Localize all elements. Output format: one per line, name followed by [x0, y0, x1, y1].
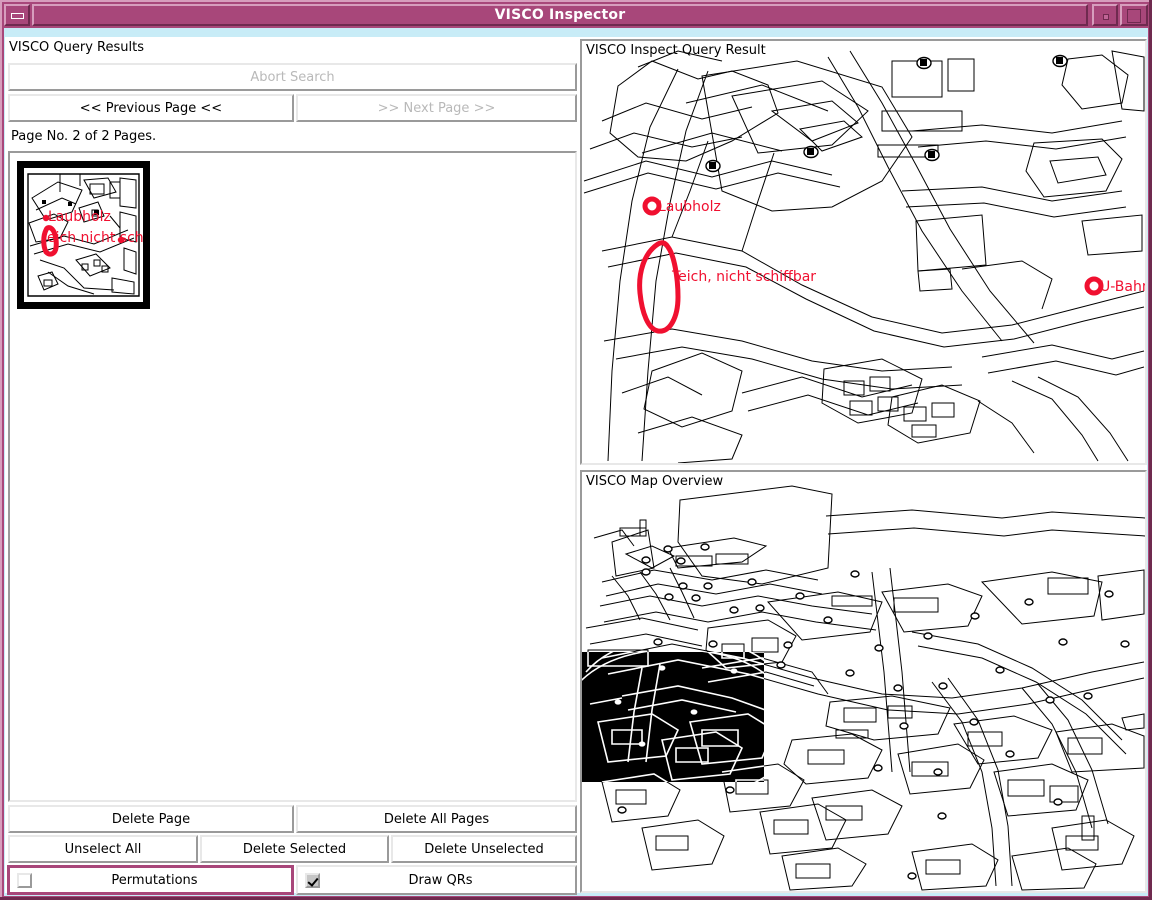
results-thumbnail-list[interactable]: Laubholz eich nicht schi	[8, 151, 577, 802]
result-thumbnail-item[interactable]: Laubholz eich nicht schi	[17, 161, 150, 309]
unselect-all-button[interactable]: Unselect All	[8, 835, 198, 863]
minimize-button[interactable]	[4, 4, 30, 26]
window-frame-top-highlight	[0, 0, 1152, 2]
page-status-text: Page No. 2 of 2 Pages.	[11, 129, 157, 144]
delete-page-button[interactable]: Delete Page	[8, 805, 294, 833]
abort-search-button[interactable]: Abort Search	[8, 63, 577, 91]
maximize-icon	[1127, 9, 1141, 23]
delete-unselected-button[interactable]: Delete Unselected	[391, 835, 577, 863]
restore-button[interactable]	[1092, 4, 1118, 26]
svg-text:eich nicht schi: eich nicht schi	[47, 230, 143, 246]
inspect-panel-label: VISCO Inspect Query Result	[586, 43, 766, 58]
svg-text:Laubholz: Laubholz	[48, 209, 111, 225]
application-window: VISCO Inspector VISCO Query Results Abor…	[0, 0, 1152, 900]
draw-qrs-label: Draw QRs	[408, 872, 473, 888]
delete-selected-button[interactable]: Delete Selected	[200, 835, 389, 863]
result-thumbnail-map: Laubholz eich nicht schi	[24, 168, 143, 302]
maximize-button[interactable]	[1120, 4, 1148, 26]
draw-qrs-row[interactable]: Draw QRs	[296, 865, 577, 895]
overview-map-canvas[interactable]	[582, 472, 1145, 891]
window-frame-left-highlight	[0, 0, 2, 900]
next-page-button[interactable]: >> Next Page >>	[296, 94, 577, 122]
main-content: VISCO Query Results Abort Search << Prev…	[5, 37, 1147, 895]
permutations-row[interactable]: Permutations	[7, 865, 294, 895]
overview-panel-label: VISCO Map Overview	[586, 474, 724, 489]
permutations-checkbox[interactable]	[17, 872, 32, 888]
window-title: VISCO Inspector	[494, 7, 626, 23]
title-bar-caption-area[interactable]: VISCO Inspector	[32, 4, 1088, 26]
map-column: VISCO Inspect Query Result Laubholz Teic…	[577, 37, 1147, 893]
inspect-query-result-panel[interactable]: VISCO Inspect Query Result Laubholz Teic…	[580, 39, 1147, 465]
delete-all-pages-button[interactable]: Delete All Pages	[296, 805, 577, 833]
title-bar: VISCO Inspector	[4, 4, 1148, 26]
client-area: VISCO Query Results Abort Search << Prev…	[4, 28, 1148, 896]
inspect-map-canvas[interactable]: Laubholz Teich, nicht schiffbar U-Bahn=	[582, 41, 1145, 463]
query-results-panel: VISCO Query Results Abort Search << Prev…	[5, 37, 577, 895]
draw-qrs-checkbox[interactable]	[305, 872, 320, 888]
map-overview-panel[interactable]: VISCO Map Overview	[580, 470, 1147, 893]
svg-text:Teich, nicht schiffbar: Teich, nicht schiffbar	[671, 269, 816, 285]
query-results-label: VISCO Query Results	[9, 40, 145, 55]
svg-text:Laubholz: Laubholz	[658, 199, 721, 215]
minimize-icon	[11, 13, 24, 19]
previous-page-button[interactable]: << Previous Page <<	[8, 94, 294, 122]
svg-text:U-Bahn=: U-Bahn=	[1100, 279, 1145, 295]
restore-icon	[1103, 14, 1109, 20]
permutations-label: Permutations	[111, 872, 198, 888]
